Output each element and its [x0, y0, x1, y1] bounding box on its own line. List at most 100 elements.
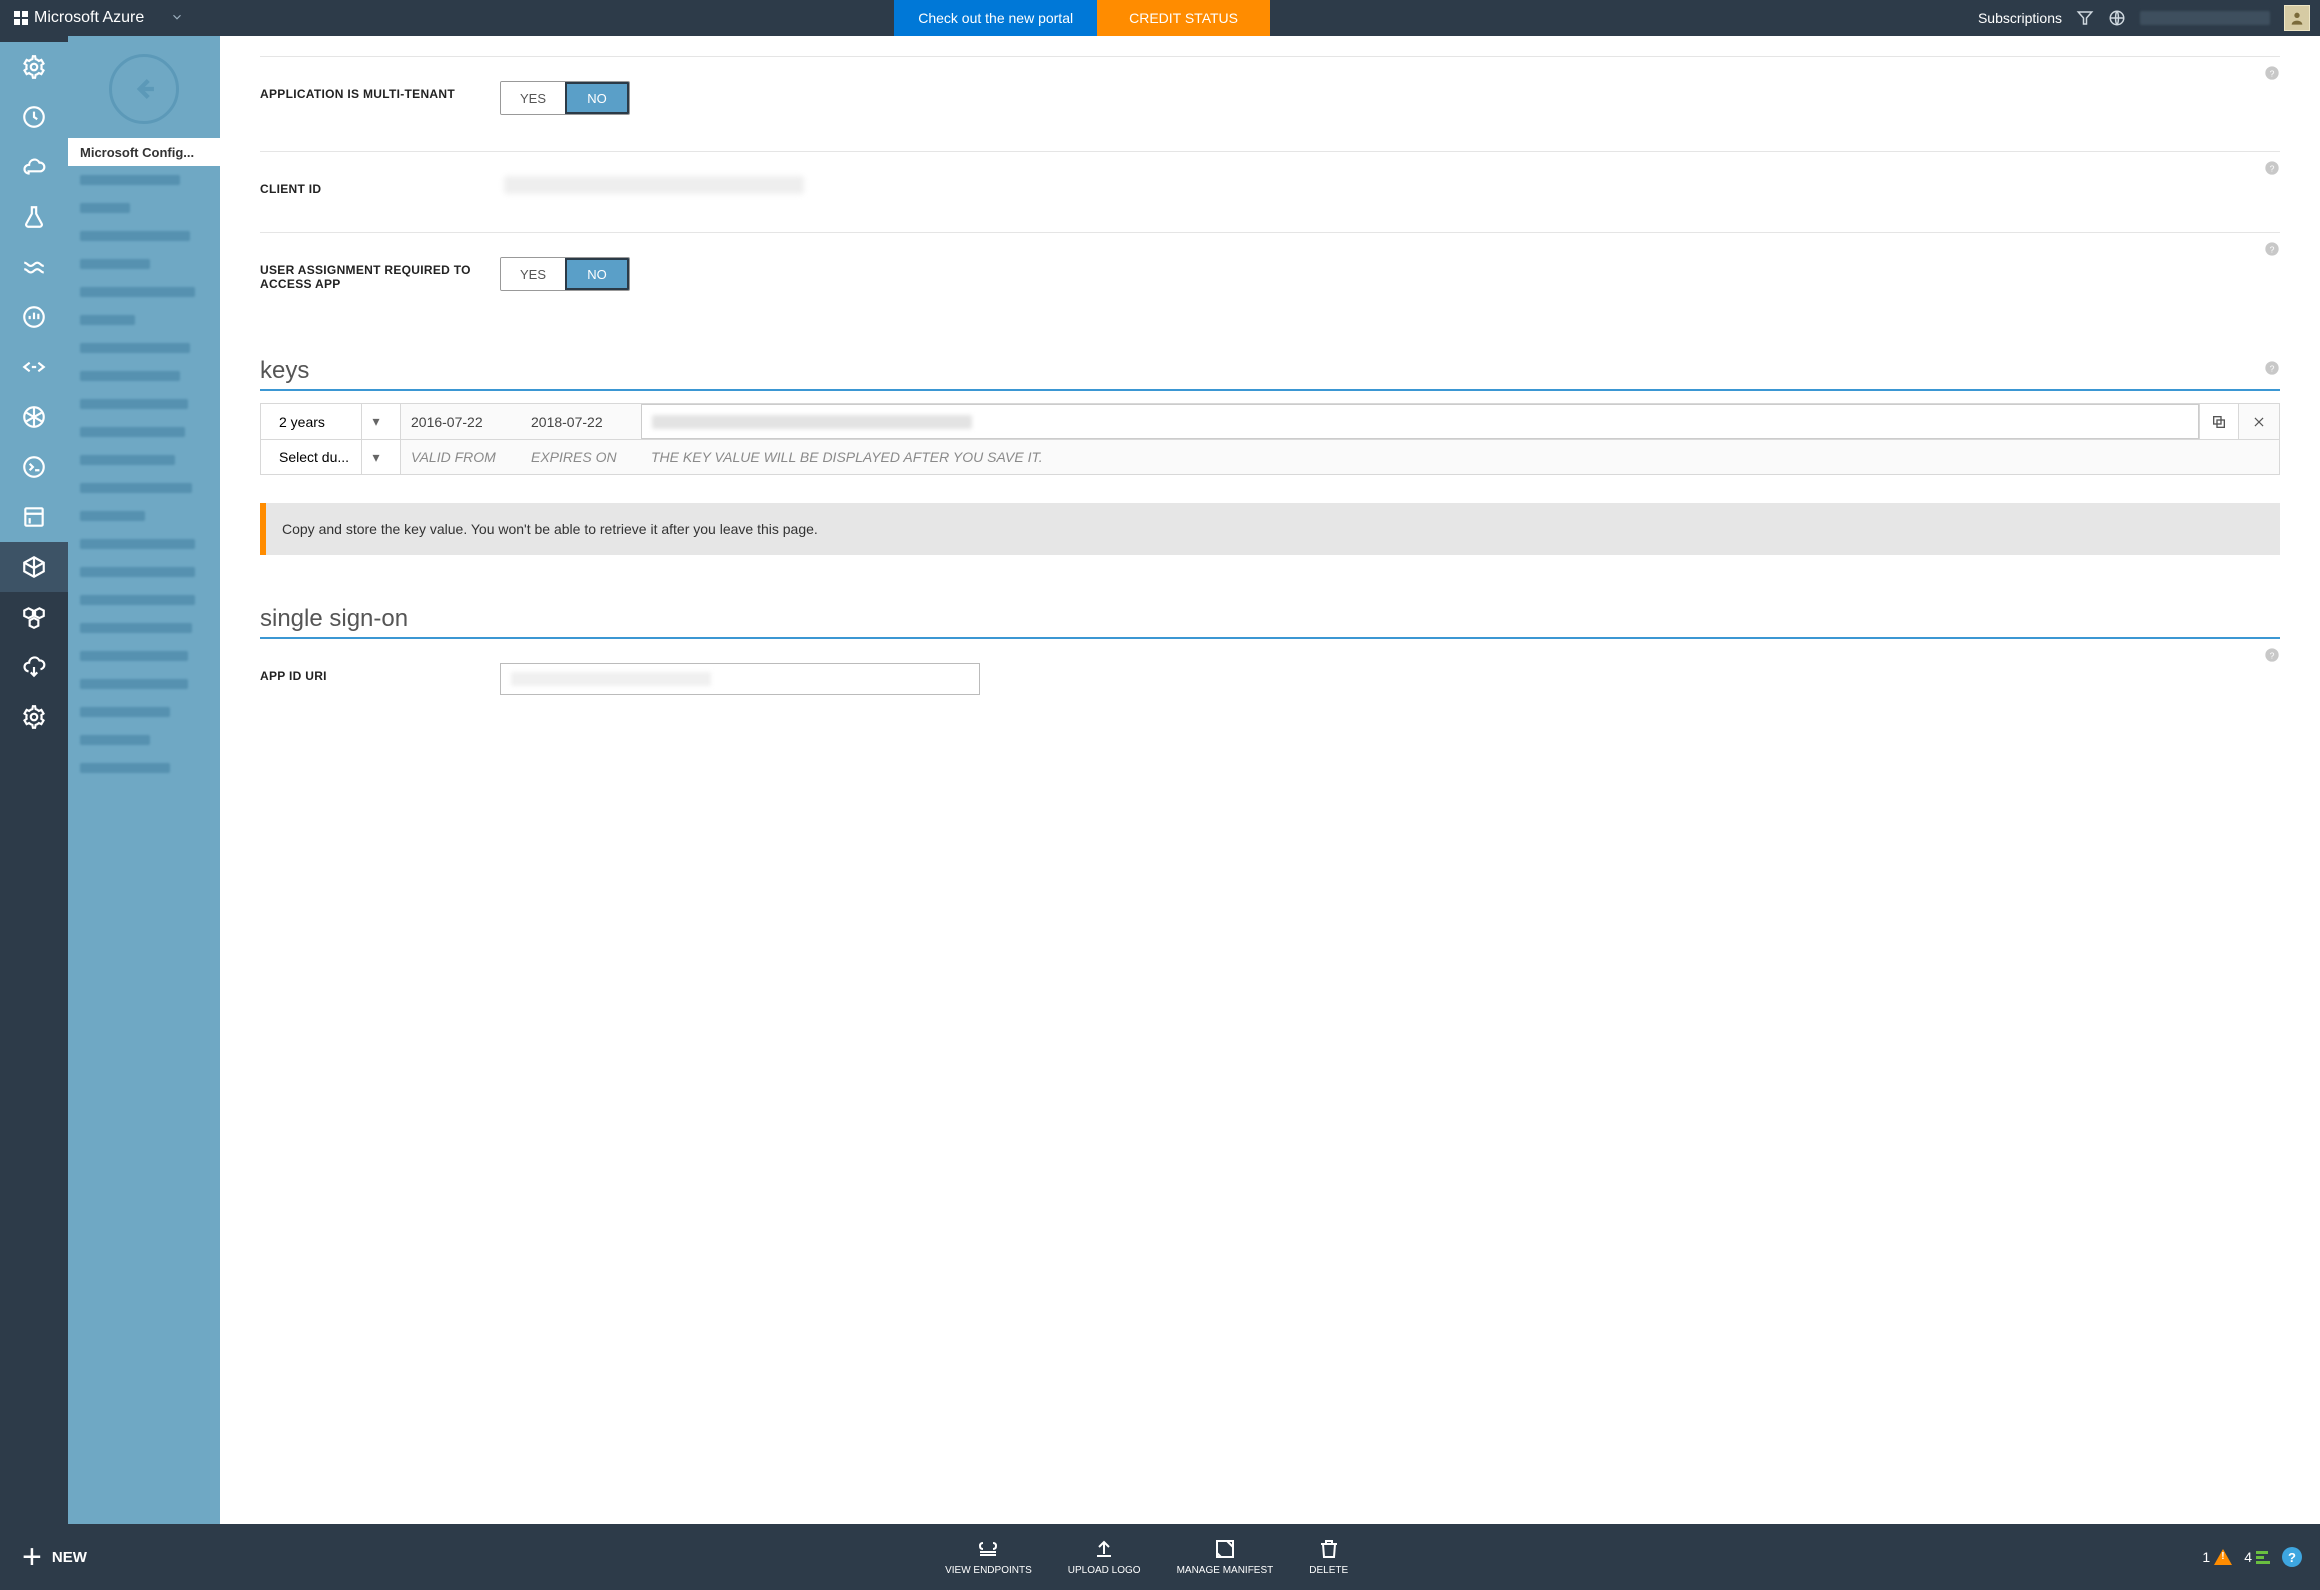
rail-item-settings-top[interactable]: [0, 42, 68, 92]
rail-item-api[interactable]: [0, 342, 68, 392]
sidebar-item[interactable]: [68, 166, 220, 194]
copy-key-button[interactable]: [2199, 404, 2239, 439]
svg-text:?: ?: [2270, 363, 2275, 373]
multi-tenant-toggle: YES NO: [500, 81, 630, 115]
sidebar-item[interactable]: [68, 698, 220, 726]
sidebar-item[interactable]: [68, 222, 220, 250]
rail-item-cloud[interactable]: [0, 142, 68, 192]
app-id-uri-label: APP ID URI: [260, 663, 500, 683]
status-warnings[interactable]: 1 !: [2202, 1549, 2232, 1565]
upload-logo-button[interactable]: UPLOAD LOGO: [1068, 1537, 1141, 1577]
sidebar-item[interactable]: [68, 642, 220, 670]
user-assignment-no[interactable]: NO: [565, 258, 629, 290]
key-value-obscured: [641, 404, 2199, 439]
key-duration-select[interactable]: 2 years ▾: [261, 404, 401, 439]
user-assignment-toggle: YES NO: [500, 257, 630, 291]
help-icon: ?: [2264, 241, 2280, 257]
rail-item-network[interactable]: [0, 392, 68, 442]
brand[interactable]: Microsoft Azure: [0, 9, 158, 27]
new-button[interactable]: + NEW: [0, 1540, 109, 1574]
help-icon: ?: [2264, 160, 2280, 176]
sidebar-item[interactable]: [68, 446, 220, 474]
warning-text: Copy and store the key value. You won't …: [282, 521, 818, 537]
credit-status-button[interactable]: CREDIT STATUS: [1097, 0, 1270, 36]
rail-item-settings-bottom[interactable]: [0, 692, 68, 742]
sidebar-item[interactable]: [68, 334, 220, 362]
help-button[interactable]: ?: [2264, 160, 2280, 181]
rail-item-scheduler[interactable]: [0, 92, 68, 142]
sidebar-item[interactable]: [68, 418, 220, 446]
avatar-icon: [2289, 10, 2305, 26]
key-duration-value: 2 years: [271, 404, 362, 439]
sidebar-item-obscured: [80, 231, 190, 241]
rail-item-storage[interactable]: [0, 492, 68, 542]
upload-icon: [1092, 1537, 1116, 1561]
multi-tenant-yes[interactable]: YES: [501, 82, 565, 114]
rail-item-analytics[interactable]: [0, 292, 68, 342]
globe-icon[interactable]: [2108, 9, 2126, 27]
sidebar-item[interactable]: [68, 670, 220, 698]
brand-dropdown[interactable]: [158, 10, 196, 27]
sidebar-item-obscured: [80, 511, 145, 521]
rail-item-modules[interactable]: [0, 592, 68, 642]
rail-item-active-directory[interactable]: [0, 542, 68, 592]
help-button[interactable]: ?: [2264, 355, 2280, 383]
sidebar-item-label: Microsoft Config...: [80, 145, 194, 160]
app-id-uri-input[interactable]: [500, 663, 980, 695]
sidebar-item-selected[interactable]: Microsoft Config...: [68, 138, 220, 166]
sidebar-item[interactable]: [68, 194, 220, 222]
key-valid-from-header: VALID FROM: [401, 440, 521, 474]
delete-key-button[interactable]: [2239, 404, 2279, 439]
section-keys-label: keys: [260, 357, 309, 384]
rail-item-cloud-download[interactable]: [0, 642, 68, 692]
sidebar-item-obscured: [80, 735, 150, 745]
sidebar-item[interactable]: [68, 754, 220, 782]
avatar[interactable]: [2284, 5, 2310, 31]
subscriptions-link[interactable]: Subscriptions: [1978, 10, 2062, 26]
rail-item-labs[interactable]: [0, 192, 68, 242]
help-button[interactable]: ?: [2264, 241, 2280, 262]
status-ok[interactable]: 4: [2244, 1549, 2270, 1565]
arrow-left-icon: [127, 72, 161, 106]
svg-text:?: ?: [2270, 163, 2275, 173]
sidebar-item[interactable]: [68, 586, 220, 614]
rail-item-remote[interactable]: [0, 442, 68, 492]
view-endpoints-button[interactable]: VIEW ENDPOINTS: [945, 1537, 1032, 1577]
chevron-down-icon: [170, 10, 184, 24]
key-duration-select[interactable]: Select du... ▾: [261, 440, 401, 474]
manifest-icon: [1213, 1537, 1237, 1561]
manage-manifest-button[interactable]: MANAGE MANIFEST: [1177, 1537, 1274, 1577]
warning-banner: Copy and store the key value. You won't …: [260, 503, 2280, 555]
sidebar-item[interactable]: [68, 390, 220, 418]
rail-item-stream[interactable]: [0, 242, 68, 292]
help-icon: ?: [2264, 360, 2280, 376]
multi-tenant-no[interactable]: NO: [565, 82, 629, 114]
sidebar-item[interactable]: [68, 362, 220, 390]
sidebar-item[interactable]: [68, 530, 220, 558]
view-endpoints-label: VIEW ENDPOINTS: [945, 1565, 1032, 1577]
ok-count: 4: [2244, 1549, 2252, 1565]
sidebar-item[interactable]: [68, 278, 220, 306]
key-duration-placeholder: Select du...: [271, 440, 362, 474]
delete-label: DELETE: [1309, 1565, 1348, 1577]
multi-tenant-label: APPLICATION IS MULTI-TENANT: [260, 81, 500, 101]
sidebar-item[interactable]: [68, 558, 220, 586]
sidebar-item[interactable]: [68, 306, 220, 334]
sidebar-item[interactable]: [68, 614, 220, 642]
back-button[interactable]: [109, 54, 179, 124]
help-button[interactable]: ?: [2264, 647, 2280, 668]
delete-button[interactable]: DELETE: [1309, 1537, 1348, 1577]
user-assignment-label: USER ASSIGNMENT REQUIRED TO ACCESS APP: [260, 257, 500, 291]
help-button[interactable]: ?: [2282, 1547, 2302, 1567]
sidebar-item[interactable]: [68, 474, 220, 502]
key-valid-from: 2016-07-22: [401, 404, 521, 439]
user-assignment-yes[interactable]: YES: [501, 258, 565, 290]
sidebar-item[interactable]: [68, 250, 220, 278]
help-button[interactable]: ?: [2264, 65, 2280, 86]
new-portal-link[interactable]: Check out the new portal: [894, 0, 1097, 36]
section-sso: single sign-on: [260, 605, 2280, 639]
sidebar-item[interactable]: [68, 726, 220, 754]
sidebar-item[interactable]: [68, 502, 220, 530]
filter-icon[interactable]: [2076, 9, 2094, 27]
svg-text:?: ?: [2270, 650, 2275, 660]
